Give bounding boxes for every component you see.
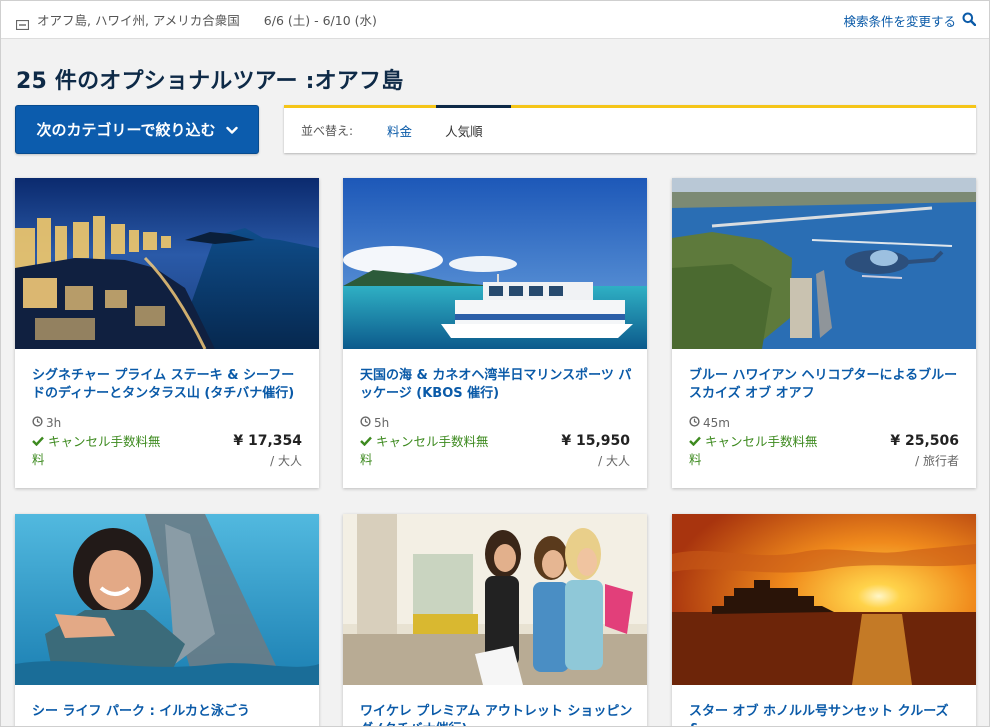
- category-filter-button[interactable]: 次のカテゴリーで絞り込む: [15, 105, 259, 154]
- tour-photo-waikiki-night[interactable]: [15, 178, 319, 349]
- tour-title[interactable]: 天国の海 & カネオヘ湾半日マリンスポーツ パッケージ (KBOS 催行): [360, 367, 635, 403]
- tour-title[interactable]: ワイケレ プレミアム アウトレット ショッピング (タチバナ催行): [360, 703, 635, 726]
- tour-duration-value: 3h: [46, 416, 62, 430]
- free-cancellation: キャンセル手数料無料: [32, 433, 172, 469]
- clock-icon: [32, 416, 43, 430]
- tour-price-unit: / 大人: [598, 454, 630, 468]
- category-filter-label: 次のカテゴリーで絞り込む: [36, 121, 216, 139]
- search-icon: [962, 12, 977, 29]
- change-search-link[interactable]: 検索条件を変更する: [843, 1, 977, 39]
- free-cancellation-label: キャンセル手数料無料: [360, 434, 489, 467]
- tour-card[interactable]: 天国の海 & カネオヘ湾半日マリンスポーツ パッケージ (KBOS 催行) 5h…: [343, 178, 647, 488]
- tour-title[interactable]: スター オブ ホノルル号サンセット クルーズ & ...: [689, 703, 964, 726]
- tour-card[interactable]: スター オブ ホノルル号サンセット クルーズ & ...: [672, 514, 976, 726]
- tour-duration-value: 5h: [374, 416, 390, 430]
- tour-card[interactable]: ブルー ハワイアン ヘリコプターによるブルー スカイズ オブ オアフ 45m キ…: [672, 178, 976, 488]
- tour-duration: 45m: [689, 416, 730, 430]
- search-summary-bar: オアフ島, ハワイ州, アメリカ合衆国 6/6 (土) - 6/10 (水) 検…: [1, 1, 989, 39]
- tour-card[interactable]: ワイケレ プレミアム アウトレット ショッピング (タチバナ催行): [343, 514, 647, 726]
- free-cancellation-label: キャンセル手数料無料: [689, 434, 818, 467]
- ticket-icon: [15, 15, 30, 30]
- tour-duration-value: 45m: [703, 416, 730, 430]
- clock-icon: [689, 416, 700, 430]
- tour-title[interactable]: ブルー ハワイアン ヘリコプターによるブルー スカイズ オブ オアフ: [689, 367, 964, 403]
- free-cancellation: キャンセル手数料無料: [360, 433, 500, 469]
- free-cancellation: キャンセル手数料無料: [689, 433, 829, 469]
- check-icon: [689, 434, 701, 449]
- check-icon: [360, 434, 372, 449]
- check-icon: [32, 434, 44, 449]
- change-search-label: 検索条件を変更する: [843, 13, 956, 29]
- sort-option-popularity[interactable]: 人気順: [445, 108, 483, 153]
- search-location: オアフ島, ハワイ州, アメリカ合衆国: [37, 13, 240, 28]
- tour-price: ¥ 25,506: [890, 433, 959, 449]
- tour-title[interactable]: シグネチャー プライム ステーキ & シーフードのディナーとタンタラス山 (タチ…: [32, 367, 307, 403]
- sort-bar: 並べ替え: 料金 人気順: [284, 105, 976, 153]
- tour-photo-dolphin[interactable]: [15, 514, 319, 685]
- tour-title[interactable]: シー ライフ パーク : イルカと泳ごう: [32, 703, 307, 721]
- search-dates: 6/6 (土) - 6/10 (水): [263, 13, 377, 28]
- tour-card[interactable]: シー ライフ パーク : イルカと泳ごう: [15, 514, 319, 726]
- sort-label: 並べ替え:: [301, 124, 354, 138]
- tour-card[interactable]: シグネチャー プライム ステーキ & シーフードのディナーとタンタラス山 (タチ…: [15, 178, 319, 488]
- tour-photo-helicopter[interactable]: [672, 178, 976, 349]
- clock-icon: [360, 416, 371, 430]
- page-frame: オアフ島, ハワイ州, アメリカ合衆国 6/6 (土) - 6/10 (水) 検…: [0, 0, 990, 727]
- sort-option-price[interactable]: 料金: [387, 108, 412, 153]
- tour-price: ¥ 17,354: [233, 433, 302, 449]
- free-cancellation-label: キャンセル手数料無料: [32, 434, 161, 467]
- tour-photo-sunset-cruise[interactable]: [672, 514, 976, 685]
- chevron-down-icon: [225, 121, 238, 139]
- tour-duration: 5h: [360, 416, 389, 430]
- tour-price-unit: / 旅行者: [915, 454, 959, 468]
- tour-price: ¥ 15,950: [561, 433, 630, 449]
- page-title: 25 件のオプショナルツアー :オアフ島: [16, 69, 404, 94]
- tour-photo-shopping[interactable]: [343, 514, 647, 685]
- tour-price-unit: / 大人: [270, 454, 302, 468]
- tour-duration: 3h: [32, 416, 61, 430]
- tour-photo-catamaran[interactable]: [343, 178, 647, 349]
